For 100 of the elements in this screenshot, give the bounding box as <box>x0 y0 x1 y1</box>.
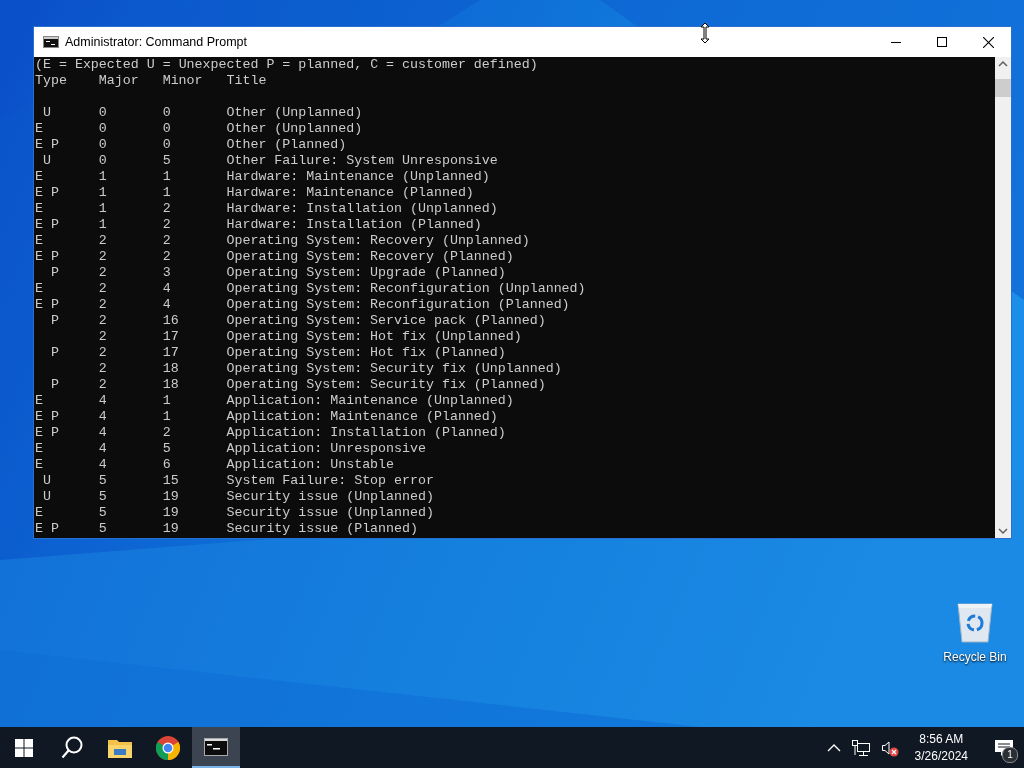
table-cell-text: 19 <box>162 489 180 505</box>
table-cell: Application: Maintenance (Planned) <box>226 409 498 425</box>
table-cell-text: U <box>41 489 52 505</box>
table-cell-text: 15 <box>162 473 180 489</box>
network-icon[interactable] <box>850 738 871 757</box>
table-cell-text: 2 <box>162 249 172 265</box>
table-cell-text: E <box>35 393 44 409</box>
search-icon <box>61 735 83 760</box>
table-cell-text: 0 <box>98 105 108 121</box>
table-cell: Application: Installation (Planned) <box>226 425 506 441</box>
table-cell-text: 2 <box>98 313 108 329</box>
table-cell-text: P <box>49 345 60 361</box>
table-cell-text: 1 <box>162 409 172 425</box>
table-cell-text: E <box>35 441 44 457</box>
column-header: Type <box>35 73 68 89</box>
table-cell-text: 19 <box>162 505 180 521</box>
table-cell-text: 17 <box>162 345 180 361</box>
table-cell: Security issue (Unplanned) <box>226 489 434 505</box>
table-cell-text: 5 <box>98 473 108 489</box>
table-cell-text: 4 <box>98 441 108 457</box>
taskbar-button[interactable] <box>192 727 240 768</box>
table-cell: Operating System: Hot fix (Unplanned) <box>226 329 522 345</box>
table-cell-text: E P <box>35 217 60 233</box>
table-cell-text: 4 <box>98 457 108 473</box>
table-cell-text: E P <box>35 425 60 441</box>
table-cell-text: 17 <box>162 329 180 345</box>
table-cell-text: 2 <box>162 217 172 233</box>
table-cell-text: 16 <box>162 313 180 329</box>
table-cell-text: 1 <box>162 393 172 409</box>
chrome-icon <box>156 735 180 760</box>
table-cell-text: 2 <box>98 281 108 297</box>
table-cell-text: 3 <box>162 265 172 281</box>
table-cell-text: E P <box>35 521 60 537</box>
table-cell-text: 2 <box>98 265 108 281</box>
table-cell-text: 0 <box>98 137 108 153</box>
console-text: (E = Expected U = Unexpected P = planned, C = customer defined) <box>35 57 539 73</box>
muted-speaker-icon[interactable] <box>880 738 899 757</box>
folder-icon <box>108 737 132 758</box>
table-cell-text: 2 <box>162 201 172 217</box>
notification-badge: 1 <box>1002 747 1018 763</box>
table-cell: Application: Unstable <box>226 457 395 473</box>
notification-button[interactable]: 1 <box>984 727 1024 768</box>
table-cell-text: U <box>41 473 52 489</box>
table-cell-text: 5 <box>98 489 108 505</box>
chevron-up-icon[interactable] <box>826 742 841 753</box>
table-cell-text: 1 <box>98 185 108 201</box>
table-cell-text: 0 <box>98 153 108 169</box>
table-cell: Operating System: Service pack (Planned) <box>226 313 546 329</box>
table-cell-text: E <box>35 233 44 249</box>
table-cell-text: E P <box>35 297 60 313</box>
table-cell: Operating System: Security fix (Planned) <box>226 377 546 393</box>
table-cell-text: 0 <box>98 121 108 137</box>
table-cell-text: 2 <box>98 297 108 313</box>
recycle-bin-icon[interactable] <box>955 600 995 644</box>
table-cell-text: 19 <box>162 521 180 537</box>
table-cell-text: 5 <box>98 521 108 537</box>
table-cell: Hardware: Maintenance (Unplanned) <box>226 169 490 185</box>
table-cell-text: 4 <box>98 425 108 441</box>
table-cell: Security issue (Planned) <box>226 521 418 537</box>
table-cell: Operating System: Recovery (Unplanned) <box>226 233 530 249</box>
table-cell: Operating System: Recovery (Planned) <box>226 249 514 265</box>
scrollbar[interactable] <box>995 57 1011 538</box>
table-cell-text: 2 <box>162 233 172 249</box>
table-cell-text: 0 <box>162 121 172 137</box>
table-cell-text: 1 <box>98 201 108 217</box>
table-cell-text: 2 <box>98 345 108 361</box>
date-text: 3/26/2024 <box>914 747 968 765</box>
table-cell-text: 2 <box>98 361 108 377</box>
table-cell: Operating System: Reconfiguration (Planned) <box>226 297 570 313</box>
scroll-thumb[interactable] <box>995 79 1011 97</box>
table-cell-text: E P <box>35 185 60 201</box>
table-cell-text: 1 <box>98 217 108 233</box>
table-cell-text: E <box>35 201 44 217</box>
table-cell-text: E <box>35 457 44 473</box>
console-icon <box>204 737 228 756</box>
clock[interactable]: 8:56 AM 3/26/2024 <box>908 730 974 765</box>
time-text: 8:56 AM <box>919 730 964 748</box>
table-cell-text: 5 <box>162 153 172 169</box>
table-cell: Hardware: Installation (Planned) <box>226 217 482 233</box>
table-cell: Application: Unresponsive <box>226 441 426 457</box>
icon-label[interactable]: Recycle Bin <box>943 650 1007 664</box>
table-cell-text: 2 <box>98 249 108 265</box>
table-cell: Operating System: Upgrade (Planned) <box>226 265 506 281</box>
table-cell: Other (Planned) <box>226 137 347 153</box>
table-cell-text: P <box>49 265 60 281</box>
table-cell-text: 2 <box>98 233 108 249</box>
table-cell-text: 4 <box>98 393 108 409</box>
table-cell-text: E P <box>35 249 60 265</box>
table-cell-text: E P <box>35 409 60 425</box>
table-cell: Other (Unplanned) <box>226 121 363 137</box>
minimize-icon <box>891 41 901 43</box>
table-cell-text: E <box>35 281 44 297</box>
table-cell: System Failure: Stop error <box>226 473 434 489</box>
table-cell-text: 4 <box>98 409 108 425</box>
table-cell: Operating System: Hot fix (Planned) <box>226 345 506 361</box>
table-cell: Hardware: Installation (Unplanned) <box>226 201 498 217</box>
table-cell-text: P <box>49 377 60 393</box>
table-cell-text: 5 <box>98 505 108 521</box>
table-cell-text: E <box>35 121 44 137</box>
table-cell-text: U <box>41 105 52 121</box>
